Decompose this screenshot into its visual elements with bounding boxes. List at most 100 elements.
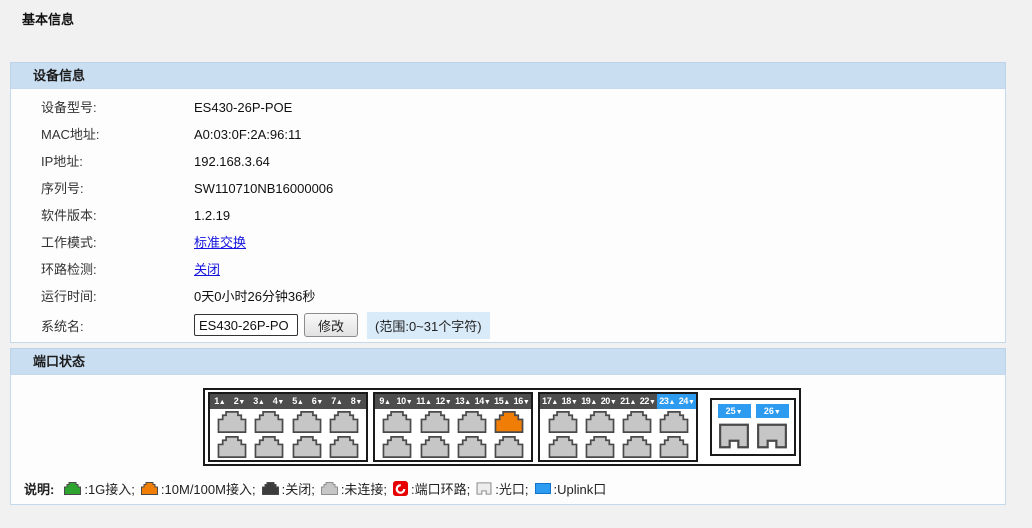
rj45-dark-icon (262, 482, 279, 495)
port-18-label: 18▼ (560, 394, 580, 409)
uptime-label: 运行时间: (41, 283, 194, 310)
port-9-icon[interactable] (382, 411, 412, 433)
work-mode-label: 工作模式: (41, 229, 194, 256)
port-4-label: 4▼ (269, 394, 289, 409)
port-group-9-16: 9▲10▼11▲12▼13▲14▼15▲16▼ (373, 392, 533, 462)
port-7-label: 7▲ (327, 394, 347, 409)
system-name-input[interactable] (194, 314, 298, 336)
sfp-port-25: 25▼ (718, 404, 751, 454)
rj45-gray-icon (321, 482, 338, 495)
rj45-gray-legend-text: :未连接; (341, 479, 387, 498)
port-15-icon[interactable] (494, 411, 524, 433)
port-26-label: 26▼ (756, 404, 789, 418)
port-22-label: 22▼ (638, 394, 658, 409)
port-17-label: 17▲ (540, 394, 560, 409)
system-name-label: 系统名: (41, 316, 194, 335)
mac-address-row: MAC地址:A0:03:0F:2A:96:11 (11, 121, 1005, 148)
port-label-strip: 1▲2▼3▲4▼5▲6▼7▲8▼ (210, 394, 366, 409)
ip-address-row: IP地址:192.168.3.64 (11, 148, 1005, 175)
port-5-icon[interactable] (292, 411, 322, 433)
port-10-icon[interactable] (382, 436, 412, 458)
port-19-icon[interactable] (585, 411, 615, 433)
port-6-icon[interactable] (292, 436, 322, 458)
port-1-icon[interactable] (217, 411, 247, 433)
uplink-legend-text: :Uplink口 (554, 479, 607, 498)
uptime-value: 0天0小时26分钟36秒 (194, 289, 315, 304)
rj45-green-icon (64, 482, 81, 495)
serial-number-label: 序列号: (41, 175, 194, 202)
loop-detect-row: 环路检测:关闭 (11, 256, 1005, 283)
switch-panel: 1▲2▼3▲4▼5▲6▼7▲8▼9▲10▼11▲12▼13▲14▼15▲16▼1… (203, 388, 801, 466)
port-14-icon[interactable] (457, 436, 487, 458)
port-23-label: 23▲ (657, 394, 677, 409)
legend-title: 说明: (24, 479, 54, 498)
port-23-icon[interactable] (659, 411, 689, 433)
port-16-icon[interactable] (494, 436, 524, 458)
port-group-17-24: 17▲18▼19▲20▼21▲22▼23▲24▼ (538, 392, 698, 462)
device-model-row: 设备型号:ES430-26P-POE (11, 94, 1005, 121)
port-26-icon[interactable] (756, 423, 788, 449)
port-18-icon[interactable] (548, 436, 578, 458)
ip-address-label: IP地址: (41, 148, 194, 175)
work-mode-value[interactable]: 标准交换 (194, 235, 246, 250)
rj45-dark-legend-text: :关闭; (282, 479, 315, 498)
port-16-label: 16▼ (512, 394, 532, 409)
port-12-label: 12▼ (434, 394, 454, 409)
port-row-top (375, 411, 531, 433)
port-24-icon[interactable] (659, 436, 689, 458)
device-info-body: 设备型号:ES430-26P-POEMAC地址:A0:03:0F:2A:96:1… (10, 88, 1006, 343)
device-info-rows: 设备型号:ES430-26P-POEMAC地址:A0:03:0F:2A:96:1… (11, 94, 1005, 310)
port-11-icon[interactable] (420, 411, 450, 433)
port-row-bottom (375, 436, 531, 458)
port-status-section: 端口状态 1▲2▼3▲4▼5▲6▼7▲8▼ 9▲10▼11▲12▼13▲14▼15… (10, 348, 1006, 505)
port-row-bottom (540, 436, 696, 458)
serial-number-value: SW110710NB16000006 (194, 181, 333, 196)
port-11-label: 11▲ (414, 394, 434, 409)
port-3-label: 3▲ (249, 394, 269, 409)
port-label-strip: 17▲18▼19▲20▼21▲22▼23▲24▼ (540, 394, 696, 409)
device-model-value: ES430-26P-POE (194, 100, 292, 115)
system-name-hint: (范围:0~31个字符) (367, 312, 490, 339)
port-13-icon[interactable] (457, 411, 487, 433)
port-status-header: 端口状态 (10, 348, 1006, 374)
fiber-port-legend-text: :光口; (495, 479, 528, 498)
port-12-icon[interactable] (420, 436, 450, 458)
port-7-icon[interactable] (329, 411, 359, 433)
port-10-label: 10▼ (395, 394, 415, 409)
port-legend: 说明: :1G接入;:10M/100M接入;:关闭;:未连接;:端口环路;:光口… (24, 479, 606, 498)
mac-address-value: A0:03:0F:2A:96:11 (194, 127, 301, 142)
port-2-icon[interactable] (217, 436, 247, 458)
port-label-strip: 9▲10▼11▲12▼13▲14▼15▲16▼ (375, 394, 531, 409)
port-9-label: 9▲ (375, 394, 395, 409)
port-25-icon[interactable] (718, 423, 750, 449)
port-17-icon[interactable] (548, 411, 578, 433)
port-3-icon[interactable] (254, 411, 284, 433)
work-mode-row: 工作模式:标准交换 (11, 229, 1005, 256)
sfp-port-26: 26▼ (756, 404, 789, 454)
mac-address-label: MAC地址: (41, 121, 194, 148)
port-8-label: 8▼ (347, 394, 367, 409)
device-info-header: 设备信息 (10, 62, 1006, 88)
port-4-icon[interactable] (254, 436, 284, 458)
port-20-icon[interactable] (585, 436, 615, 458)
port-6-label: 6▼ (308, 394, 328, 409)
system-name-row: 系统名: 修改 (范围:0~31个字符) (11, 310, 1005, 340)
port-13-label: 13▲ (453, 394, 473, 409)
modify-button[interactable]: 修改 (304, 313, 358, 337)
port-22-icon[interactable] (622, 436, 652, 458)
loop-icon (393, 481, 408, 496)
loop-legend-text: :端口环路; (411, 479, 470, 498)
port-14-label: 14▼ (473, 394, 493, 409)
uplink-icon (535, 483, 551, 494)
sfp-group-25-26: 25▼ 26▼ (710, 398, 796, 456)
loop-detect-label: 环路检测: (41, 256, 194, 283)
rj45-orange-icon (141, 482, 158, 495)
port-21-label: 21▲ (618, 394, 638, 409)
port-8-icon[interactable] (329, 436, 359, 458)
loop-detect-value[interactable]: 关闭 (194, 262, 220, 277)
port-5-label: 5▲ (288, 394, 308, 409)
rj45-green-legend-text: :1G接入; (84, 479, 135, 498)
port-row-bottom (210, 436, 366, 458)
port-21-icon[interactable] (622, 411, 652, 433)
port-15-label: 15▲ (492, 394, 512, 409)
